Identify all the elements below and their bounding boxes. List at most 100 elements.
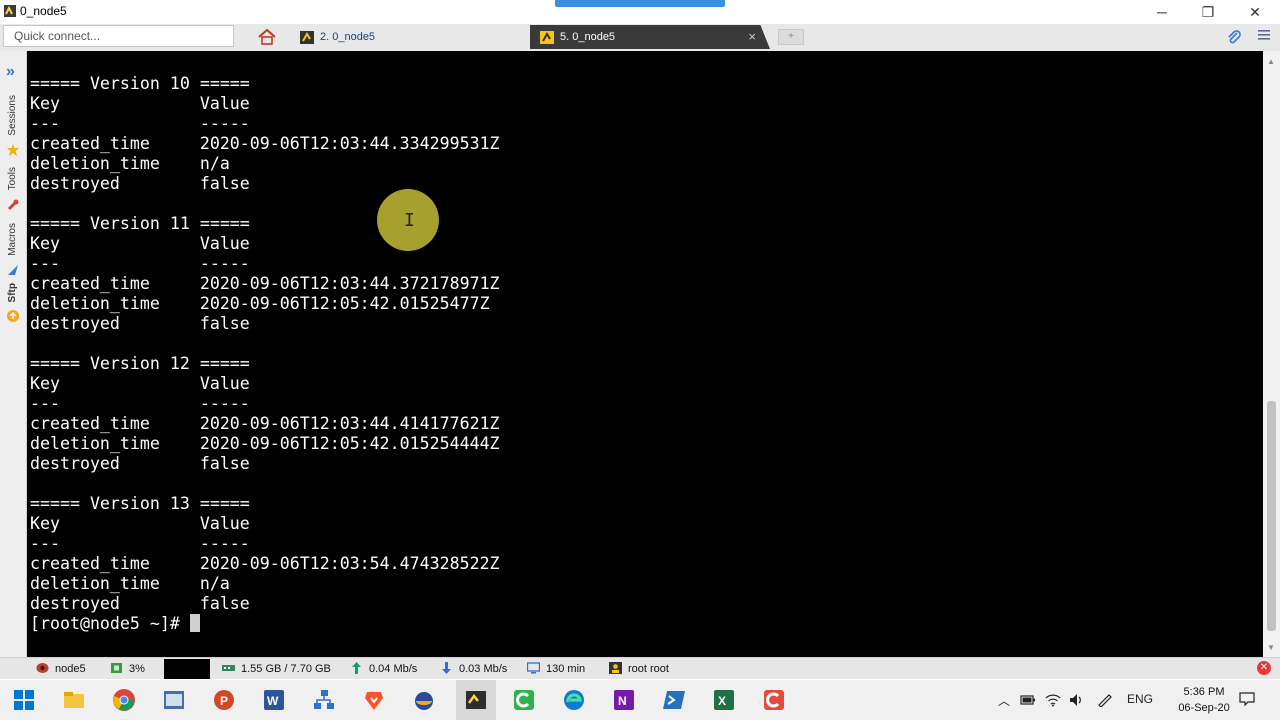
show-hidden-icons[interactable]: ︿ (998, 692, 1010, 709)
file-explorer-icon[interactable] (62, 688, 86, 712)
status-memory-label: 1.55 GB / 7.70 GB (241, 663, 331, 675)
minimize-button[interactable]: ─ (1148, 2, 1176, 22)
close-session-icon[interactable]: ✕ (1257, 661, 1271, 675)
terminal-line: --- ----- (30, 534, 250, 553)
powershell-icon[interactable] (662, 688, 686, 712)
onenote-icon[interactable]: N (612, 688, 636, 712)
terminal-line: deletion_time 2020-09-06T12:05:42.015254… (30, 434, 500, 453)
memory-icon (222, 665, 235, 671)
windows-taskbar: P W N X ︿ ENG 5:36 PM 06-Sep-20 (0, 680, 1280, 720)
windows-start-icon[interactable] (12, 688, 36, 712)
cpu-icon (111, 663, 122, 673)
terminal-text: ===== Version 10 ===== Key Value --- ---… (30, 74, 500, 634)
session-icon (300, 31, 314, 44)
terminal-line: deletion_time n/a (30, 154, 230, 173)
brave-icon[interactable] (362, 688, 386, 712)
tab-label: 5. 0_node5 (560, 31, 616, 43)
status-cpu-label: 3% (129, 663, 145, 675)
terminal-line: ===== Version 13 ===== (30, 494, 250, 513)
terminal-line: destroyed false (30, 454, 250, 473)
edge-icon[interactable] (562, 688, 586, 712)
chrome-icon[interactable] (112, 688, 136, 712)
restore-button[interactable]: ❐ (1194, 2, 1222, 22)
tab-bar: Quick connect... 2. 0_node5 5. 0_node5 ×… (0, 24, 1280, 51)
terminal-line: --- ----- (30, 114, 250, 133)
status-user-label: root root (628, 663, 669, 675)
status-cpu: 3% (110, 662, 145, 678)
svg-text:W: W (267, 694, 279, 708)
drag-indicator (555, 0, 725, 7)
sidebar-macros[interactable]: Macros (7, 223, 18, 256)
system-clock[interactable]: 5:36 PM 06-Sep-20 (1170, 684, 1238, 716)
close-tab-icon[interactable]: × (748, 29, 756, 44)
status-host-label: node5 (55, 663, 86, 675)
tab-session-2[interactable]: 2. 0_node5 (290, 25, 530, 49)
tab-label: 2. 0_node5 (320, 31, 376, 43)
word-icon[interactable]: W (262, 688, 286, 712)
clock-time: 5:36 PM (1183, 686, 1225, 698)
volume-icon[interactable] (1069, 693, 1085, 707)
vpn-icon[interactable] (412, 688, 436, 712)
terminal-line: Key Value (30, 234, 250, 253)
terminal-line: Key Value (30, 94, 250, 113)
hamburger-icon[interactable] (1256, 27, 1272, 43)
home-icon[interactable] (256, 27, 278, 47)
wifi-icon[interactable] (1045, 693, 1061, 707)
status-user: root root (609, 662, 669, 678)
status-download: 0.03 Mb/s (440, 662, 507, 678)
recorder-icon[interactable] (762, 688, 786, 712)
excel-icon[interactable]: X (712, 688, 736, 712)
scroll-down-icon[interactable]: ▼ (1267, 643, 1275, 652)
powerpoint-icon[interactable]: P (212, 688, 236, 712)
terminal-line: --- ----- (30, 394, 250, 413)
language-indicator[interactable]: ENG (1127, 692, 1153, 706)
terminal-line: created_time 2020-09-06T12:03:44.4141776… (30, 414, 500, 433)
camtasia-icon[interactable] (512, 688, 536, 712)
svg-text:P: P (220, 694, 228, 708)
mobaxterm-icon[interactable] (162, 688, 186, 712)
tab-session-5[interactable]: 5. 0_node5 × (530, 25, 770, 49)
new-tab-button[interactable]: + (778, 29, 804, 45)
status-upload-label: 0.04 Mb/s (369, 663, 418, 675)
status-bar: node5 3% 1.55 GB / 7.70 GB 0.04 Mb/s 0.0… (0, 657, 1280, 679)
status-upload: 0.04 Mb/s (350, 662, 417, 678)
expand-sidebar-icon[interactable]: » (6, 63, 15, 81)
terminal-output[interactable]: ===== Version 10 ===== Key Value --- ---… (27, 51, 1263, 657)
scrollbar-thumb[interactable] (1267, 401, 1276, 631)
terminal-line: created_time 2020-09-06T12:03:54.4743285… (30, 554, 500, 573)
sidebar-sessions[interactable]: Sessions (7, 95, 18, 136)
terminal-scrollbar[interactable]: ▲ ▼ (1263, 51, 1280, 657)
close-button[interactable]: ✕ (1241, 2, 1269, 22)
terminal-line: Key Value (30, 514, 250, 533)
paperclip-icon[interactable] (1226, 29, 1242, 45)
user-icon (609, 662, 622, 674)
terminal-cursor (189, 614, 200, 632)
pen-icon[interactable] (1097, 693, 1113, 707)
monitor-icon (527, 662, 540, 674)
quick-connect-input[interactable]: Quick connect... (3, 25, 234, 47)
network-icon[interactable] (312, 688, 336, 712)
terminal-line: ===== Version 10 ===== (30, 74, 250, 93)
terminal-line: created_time 2020-09-06T12:03:44.3721789… (30, 274, 500, 293)
notification-icon[interactable] (1239, 691, 1255, 707)
mobaxterm-app-icon (4, 5, 16, 17)
host-icon (36, 663, 49, 673)
sidebar-tools[interactable]: Tools (7, 167, 18, 190)
svg-text:N: N (618, 694, 627, 708)
side-panel: » Sessions Tools Macros Sftp (0, 51, 27, 657)
scroll-up-icon[interactable]: ▲ (1267, 57, 1275, 66)
macro-icon (8, 265, 18, 275)
status-uptime: 130 min (527, 662, 585, 678)
sidebar-sftp[interactable]: Sftp (7, 283, 18, 302)
clock-date: 06-Sep-20 (1178, 702, 1230, 714)
terminal-icon[interactable] (464, 688, 488, 712)
status-uptime-label: 130 min (546, 663, 586, 675)
battery-icon[interactable] (1020, 693, 1036, 707)
title-bar: 0_node5 ─ ❐ ✕ (0, 0, 1280, 24)
sftp-icon (7, 310, 19, 322)
terminal-line: deletion_time 2020-09-06T12:05:42.015254… (30, 294, 490, 313)
svg-text:X: X (718, 694, 726, 708)
status-download-label: 0.03 Mb/s (459, 663, 508, 675)
download-arrow-icon (442, 662, 451, 674)
terminal-line: destroyed false (30, 314, 250, 333)
